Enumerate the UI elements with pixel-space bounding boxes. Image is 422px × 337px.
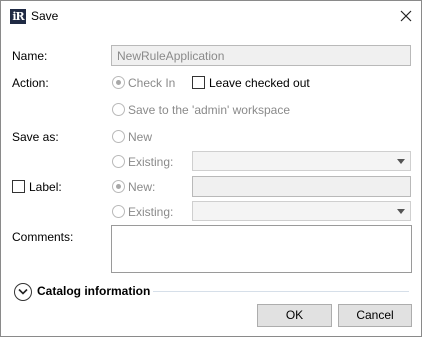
leave-checked-out-label: Leave checked out: [209, 76, 310, 90]
window-title: Save: [31, 9, 59, 23]
save-dialog: iR Save Name: NewRuleApplication Action:…: [0, 0, 422, 337]
save-workspace-label: Save to the 'admin' workspace: [128, 103, 290, 117]
label-checkbox[interactable]: [12, 180, 25, 193]
save-as-new-radio[interactable]: [112, 130, 125, 143]
app-icon: iR: [10, 9, 26, 24]
save-as-existing-radio[interactable]: [112, 155, 125, 168]
action-label: Action:: [12, 76, 49, 90]
label-existing-label: Existing:: [128, 205, 174, 219]
check-in-radio[interactable]: [112, 76, 125, 89]
save-as-existing-label: Existing:: [128, 155, 174, 169]
chevron-down-icon: [397, 209, 405, 214]
save-as-label: Save as:: [12, 130, 59, 144]
name-label: Name:: [12, 49, 48, 63]
close-icon: [400, 10, 412, 22]
comments-label: Comments:: [12, 230, 74, 244]
save-as-existing-dropdown[interactable]: [192, 151, 411, 171]
label-existing-dropdown[interactable]: [192, 201, 411, 221]
label-new-label: New:: [128, 180, 156, 194]
title-bar: iR Save: [1, 1, 421, 31]
label-existing-radio[interactable]: [112, 205, 125, 218]
chevron-down-icon: [18, 288, 28, 295]
comments-textarea[interactable]: [111, 225, 412, 273]
chevron-down-icon: [397, 159, 405, 164]
label-checkbox-label: Label:: [29, 180, 62, 194]
name-field[interactable]: NewRuleApplication: [111, 45, 411, 66]
leave-checked-out-checkbox[interactable]: [192, 76, 205, 89]
ok-button[interactable]: OK: [257, 304, 332, 327]
catalog-expander-button[interactable]: [14, 283, 32, 301]
save-workspace-radio[interactable]: [112, 103, 125, 116]
catalog-section-title: Catalog information: [37, 284, 151, 298]
name-value: NewRuleApplication: [117, 49, 225, 63]
cancel-button[interactable]: Cancel: [338, 304, 412, 327]
section-divider: [153, 291, 409, 292]
close-button[interactable]: [395, 5, 417, 27]
save-as-new-label: New: [128, 130, 153, 144]
label-new-field[interactable]: [192, 176, 411, 197]
label-new-radio[interactable]: [112, 180, 125, 193]
check-in-label: Check In: [128, 76, 176, 90]
